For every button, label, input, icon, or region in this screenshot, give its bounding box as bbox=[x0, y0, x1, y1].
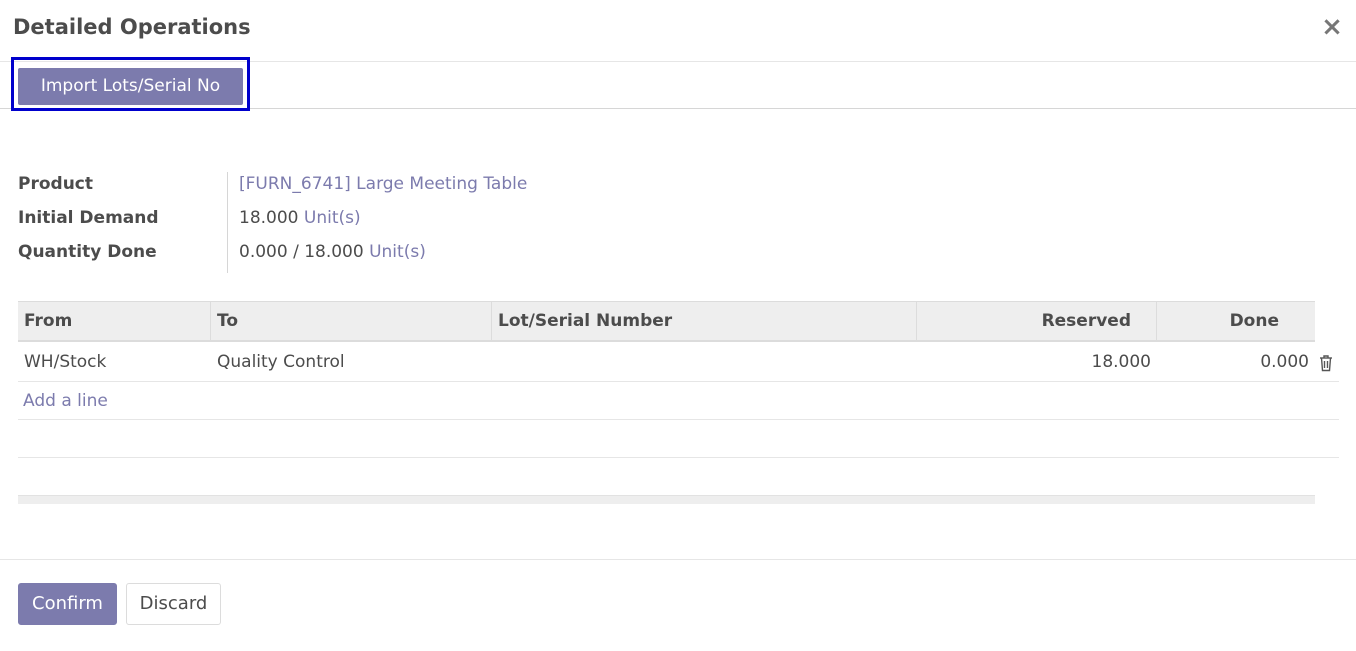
quantity-done-uom-link[interactable]: Unit(s) bbox=[369, 242, 426, 262]
cell-reserved[interactable]: 18.000 bbox=[917, 343, 1157, 382]
quantity-done-label: Quantity Done bbox=[18, 242, 157, 262]
cell-to[interactable]: Quality Control bbox=[211, 343, 492, 382]
close-icon[interactable]: × bbox=[1320, 12, 1344, 42]
initial-demand-value: 18.000 Unit(s) bbox=[239, 208, 361, 228]
quantity-done-value: 0.000 / 18.000 Unit(s) bbox=[239, 242, 426, 262]
initial-demand-qty: 18.000 bbox=[239, 208, 299, 228]
dialog-header: Detailed Operations × bbox=[0, 0, 1356, 62]
initial-demand-uom-link[interactable]: Unit(s) bbox=[304, 208, 361, 228]
trash-icon[interactable] bbox=[1318, 354, 1334, 372]
column-header-done[interactable]: Done bbox=[1157, 302, 1315, 341]
form-separator bbox=[227, 172, 228, 273]
product-link[interactable]: [FURN_6741] Large Meeting Table bbox=[239, 174, 527, 194]
quantity-done-qty: 0.000 / 18.000 bbox=[239, 242, 364, 262]
cell-from[interactable]: WH/Stock bbox=[18, 343, 211, 382]
confirm-button[interactable]: Confirm bbox=[18, 583, 117, 625]
control-panel: Import Lots/Serial No bbox=[0, 57, 1356, 111]
dialog-footer: Confirm Discard bbox=[0, 559, 1356, 651]
column-header-from[interactable]: From bbox=[18, 302, 211, 341]
cell-done[interactable]: 0.000 bbox=[1157, 343, 1315, 382]
discard-button[interactable]: Discard bbox=[126, 583, 221, 625]
empty-row bbox=[18, 420, 1339, 458]
add-line-link[interactable]: Add a line bbox=[23, 391, 108, 411]
column-header-to[interactable]: To bbox=[211, 302, 492, 341]
product-label: Product bbox=[18, 174, 93, 194]
horizontal-scrollbar[interactable] bbox=[18, 495, 1315, 504]
table-row[interactable]: WH/Stock Quality Control 18.000 0.000 bbox=[18, 343, 1339, 382]
column-header-reserved[interactable]: Reserved bbox=[917, 302, 1157, 341]
dialog-title: Detailed Operations bbox=[13, 15, 251, 39]
initial-demand-label: Initial Demand bbox=[18, 208, 159, 228]
add-line-row: Add a line bbox=[18, 382, 1339, 420]
column-header-lot[interactable]: Lot/Serial Number bbox=[492, 302, 917, 341]
table-header: From To Lot/Serial Number Reserved Done bbox=[18, 301, 1315, 342]
import-lots-button[interactable]: Import Lots/Serial No bbox=[18, 68, 243, 105]
